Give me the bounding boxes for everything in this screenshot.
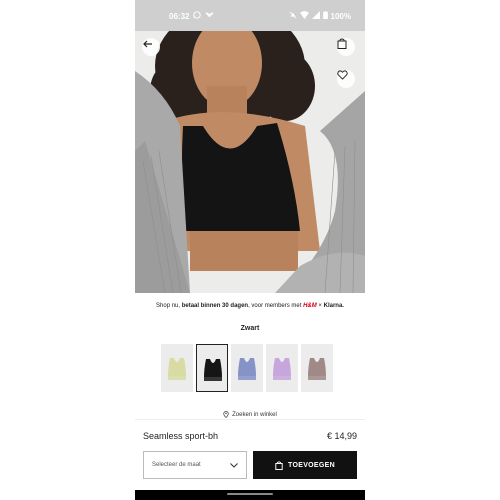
model-photo (135, 31, 365, 293)
status-bar: 06:32 100% (135, 0, 365, 31)
color-swatch[interactable] (196, 344, 228, 392)
arrow-left-icon (143, 40, 152, 48)
klarna-logo: Klarna. (323, 303, 344, 309)
sports-bra-thumbnail (273, 358, 291, 380)
color-swatch[interactable] (301, 344, 333, 392)
promo-bold: betaal binnen 30 dagen (181, 303, 249, 309)
sports-bra-thumbnail (238, 358, 256, 380)
find-in-store-link[interactable]: Zoeken in winkel (135, 411, 365, 418)
promo-suffix: , voor members met (248, 303, 304, 309)
location-pin-icon (223, 411, 229, 418)
promo-prefix: Shop nu, (156, 303, 182, 309)
status-right: 100% (289, 11, 351, 21)
size-select-placeholder: Selecteer de maat (152, 462, 201, 468)
home-gesture-handle[interactable] (227, 493, 273, 495)
product-image[interactable] (135, 31, 365, 293)
shopping-bag-icon (275, 460, 283, 470)
color-swatch[interactable] (161, 344, 193, 392)
system-nav-bar (135, 490, 365, 500)
find-in-store-label: Zoeken in winkel (232, 411, 277, 418)
klarna-promo: Shop nu, betaal binnen 30 dagen, voor me… (135, 303, 365, 309)
mute-icon (289, 11, 297, 21)
color-swatch[interactable] (266, 344, 298, 392)
product-price: € 14,99 (326, 431, 357, 441)
status-left: 06:32 (169, 11, 215, 21)
status-time: 06:32 (169, 11, 190, 21)
product-name: Seamless sport-bh (143, 431, 219, 441)
shopping-bag-icon (337, 38, 347, 49)
chevron-down-icon (230, 462, 238, 468)
battery-percent: 100% (330, 11, 351, 21)
add-to-bag-button[interactable]: TOEVOEGEN (253, 451, 357, 479)
selected-color-name: Zwart (240, 325, 260, 332)
phone-screen: 06:32 100% Shop nu, betaal binnen 30 dag… (135, 0, 365, 500)
sports-bra-thumbnail (308, 358, 326, 380)
whatsapp-icon (193, 11, 202, 21)
size-select[interactable]: Selecteer de maat (143, 451, 247, 479)
color-swatch[interactable] (231, 344, 263, 392)
cast-icon (205, 11, 215, 21)
cart-button[interactable] (337, 38, 355, 56)
heart-icon (337, 70, 348, 80)
add-to-bag-label: TOEVOEGEN (288, 461, 335, 469)
favorite-button[interactable] (337, 70, 355, 88)
sports-bra-thumbnail (204, 359, 222, 381)
back-button[interactable] (142, 38, 160, 56)
sports-bra-thumbnail (168, 358, 186, 380)
hm-logo: H&M (303, 303, 317, 309)
color-swatches (161, 344, 333, 392)
purchase-panel: Seamless sport-bh € 14,99 Selecteer de m… (135, 419, 365, 500)
promo-cross: × (316, 303, 324, 309)
wifi-icon (299, 11, 309, 21)
battery-icon (322, 11, 328, 21)
signal-icon (311, 11, 320, 21)
